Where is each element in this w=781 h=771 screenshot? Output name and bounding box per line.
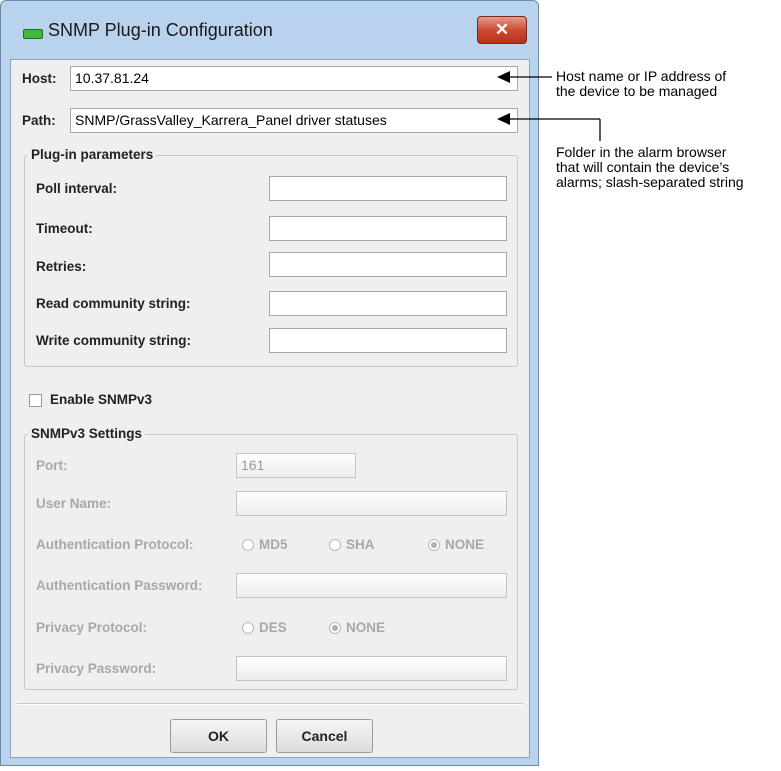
host-annotation: Host name or IP address of the device to… [556,68,727,99]
callout-lines [497,71,601,141]
path-annotation: Folder in the alarm browser that will co… [556,144,744,190]
path-callout-arrow-icon [497,113,510,125]
host-callout-arrow-icon [497,71,510,83]
